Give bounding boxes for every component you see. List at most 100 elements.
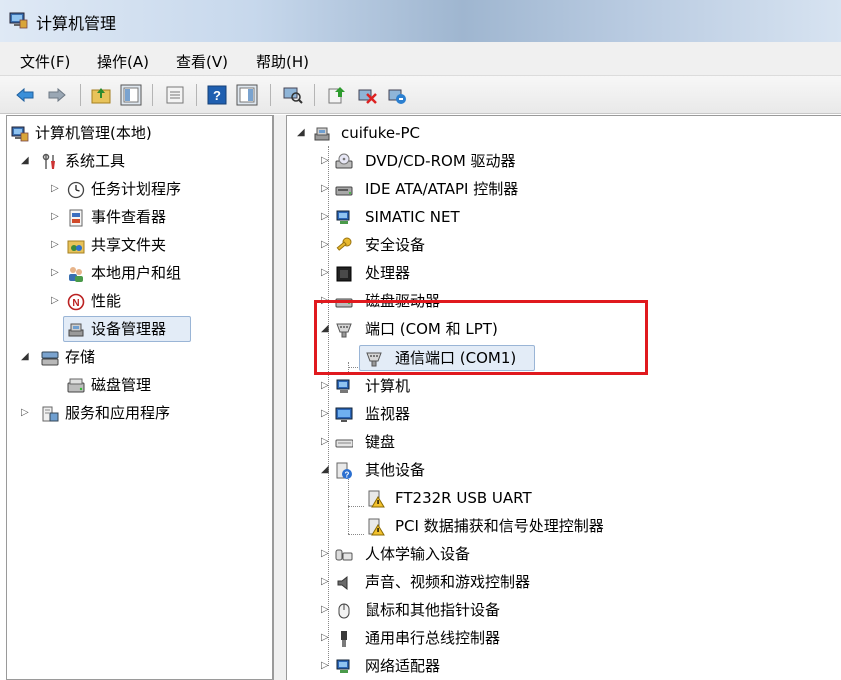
scan-hardware-icon[interactable] bbox=[282, 84, 304, 106]
users-icon bbox=[69, 267, 83, 282]
tree-item-local-users-groups[interactable]: ▷ 本地用户和组 bbox=[51, 261, 261, 285]
show-hide-action-icon[interactable] bbox=[236, 84, 258, 106]
tree-label: PCI 数据捕获和信号处理控制器 bbox=[395, 517, 604, 535]
tree-item-ide-ata[interactable]: ▷ IDE ATA/ATAPI 控制器 bbox=[321, 177, 821, 201]
usb-icon bbox=[341, 631, 347, 647]
tree-item-services-applications[interactable]: ▷ 服务和应用程序 bbox=[21, 401, 261, 425]
forward-arrow-icon[interactable] bbox=[46, 84, 68, 106]
shared-folder-icon bbox=[67, 240, 85, 254]
collapse-arrow-icon[interactable]: ◢ bbox=[321, 458, 329, 482]
navigation-tree-pane[interactable]: 计算机管理(本地) ◢ 系统工具 ▷ 任务计划程序 ▷ 事件查看器 ▷ 共享文件… bbox=[6, 115, 274, 680]
up-folder-icon[interactable] bbox=[90, 84, 112, 106]
tree-item-computer-management[interactable]: 计算机管理(本地) bbox=[11, 121, 261, 145]
expand-arrow-icon[interactable]: ▷ bbox=[321, 233, 329, 257]
tree-item-pci-controller[interactable]: PCI 数据捕获和信号处理控制器 bbox=[367, 514, 817, 538]
menu-view[interactable]: 查看(V) bbox=[176, 51, 228, 72]
expand-arrow-icon[interactable]: ▷ bbox=[321, 654, 329, 678]
expand-arrow-icon[interactable]: ▷ bbox=[321, 402, 329, 426]
back-arrow-icon[interactable] bbox=[14, 84, 36, 106]
tree-item-shared-folders[interactable]: ▷ 共享文件夹 bbox=[51, 233, 261, 257]
expand-arrow-icon[interactable]: ▷ bbox=[321, 205, 329, 229]
collapse-arrow-icon[interactable]: ◢ bbox=[21, 149, 29, 173]
expand-arrow-icon[interactable]: ▷ bbox=[321, 374, 329, 398]
disable-device-icon[interactable] bbox=[356, 84, 378, 106]
pane-splitter[interactable] bbox=[274, 115, 286, 680]
tree-item-computer[interactable]: ▷ 计算机 bbox=[321, 374, 821, 398]
tree-label: 监视器 bbox=[365, 405, 411, 423]
tree-item-other-devices[interactable]: ◢ ? 其他设备 bbox=[321, 458, 821, 482]
tree-label: 本地用户和组 bbox=[91, 264, 182, 282]
tree-item-device-manager[interactable]: 设备管理器 bbox=[67, 317, 257, 341]
properties-icon[interactable] bbox=[164, 84, 186, 106]
tree-item-monitors[interactable]: ▷ 监视器 bbox=[321, 402, 821, 426]
processor-icon bbox=[336, 266, 352, 282]
tree-item-mice[interactable]: ▷ 鼠标和其他指针设备 bbox=[321, 598, 821, 622]
expand-arrow-icon[interactable]: ▷ bbox=[51, 233, 59, 257]
tree-item-usb-controllers[interactable]: ▷ 通用串行总线控制器 bbox=[321, 626, 821, 650]
tree-item-ft232r[interactable]: FT232R USB UART bbox=[367, 486, 817, 510]
tree-item-performance[interactable]: ▷ N 性能 bbox=[51, 289, 261, 313]
annotation-highlight-box bbox=[314, 300, 648, 375]
tree-item-hid[interactable]: ▷ 人体学输入设备 bbox=[321, 542, 821, 566]
show-hide-tree-icon[interactable] bbox=[120, 84, 142, 106]
tree-item-keyboards[interactable]: ▷ 键盘 bbox=[321, 430, 821, 454]
network-computer-icon bbox=[336, 210, 350, 224]
tree-label: 任务计划程序 bbox=[91, 180, 182, 198]
help-icon[interactable]: ? bbox=[206, 84, 228, 106]
tree-item-network-adapters[interactable]: ▷ 网络适配器 bbox=[321, 654, 821, 678]
tree-item-computer-root[interactable]: ◢ cuifuke-PC bbox=[297, 121, 797, 145]
tree-item-storage[interactable]: ◢ 存储 bbox=[21, 345, 261, 369]
collapse-arrow-icon[interactable]: ◢ bbox=[297, 121, 305, 145]
tree-label: 共享文件夹 bbox=[91, 236, 167, 254]
tree-item-task-scheduler[interactable]: ▷ 任务计划程序 bbox=[51, 177, 261, 201]
unknown-device-icon: ? bbox=[336, 462, 352, 480]
computer-management-icon bbox=[11, 126, 29, 142]
expand-arrow-icon[interactable]: ▷ bbox=[51, 177, 59, 201]
device-manager-icon bbox=[68, 323, 84, 337]
update-driver-icon[interactable] bbox=[326, 84, 348, 106]
expand-arrow-icon[interactable]: ▷ bbox=[321, 598, 329, 622]
ide-controller-icon bbox=[335, 186, 353, 196]
device-tree-pane[interactable]: ◢ cuifuke-PC ▷ DVD/CD-ROM 驱动器 ▷ IDE ATA/… bbox=[286, 115, 841, 680]
storage-icon bbox=[41, 351, 59, 366]
expand-arrow-icon[interactable]: ▷ bbox=[51, 289, 59, 313]
tree-guide-line bbox=[348, 474, 349, 534]
expand-arrow-icon[interactable]: ▷ bbox=[321, 430, 329, 454]
tree-label: 安全设备 bbox=[365, 236, 426, 254]
tree-item-sound[interactable]: ▷ 声音、视频和游戏控制器 bbox=[321, 570, 821, 594]
tree-item-processors[interactable]: ▷ 处理器 bbox=[321, 261, 821, 285]
expand-arrow-icon[interactable]: ▷ bbox=[21, 401, 29, 425]
tree-item-event-viewer[interactable]: ▷ 事件查看器 bbox=[51, 205, 261, 229]
tree-guide-line bbox=[348, 534, 364, 535]
menu-help[interactable]: 帮助(H) bbox=[256, 51, 309, 72]
toolbar-separator bbox=[314, 84, 315, 106]
expand-arrow-icon[interactable]: ▷ bbox=[51, 261, 59, 285]
speaker-icon bbox=[337, 575, 348, 591]
keyboard-icon bbox=[335, 439, 353, 448]
tree-label: 处理器 bbox=[365, 264, 411, 282]
expand-arrow-icon[interactable]: ▷ bbox=[321, 542, 329, 566]
tools-icon bbox=[42, 153, 55, 169]
tree-label: cuifuke-PC bbox=[341, 124, 421, 142]
computer-icon bbox=[336, 379, 350, 393]
expand-arrow-icon[interactable]: ▷ bbox=[51, 205, 59, 229]
expand-arrow-icon[interactable]: ▷ bbox=[321, 149, 329, 173]
event-log-icon bbox=[69, 209, 83, 227]
tree-item-dvd-cdrom[interactable]: ▷ DVD/CD-ROM 驱动器 bbox=[321, 149, 821, 173]
expand-arrow-icon[interactable]: ▷ bbox=[321, 261, 329, 285]
collapse-arrow-icon[interactable]: ◢ bbox=[21, 345, 29, 369]
expand-arrow-icon[interactable]: ▷ bbox=[321, 626, 329, 650]
title-bar: 计算机管理 bbox=[0, 0, 841, 42]
uninstall-device-icon[interactable] bbox=[386, 84, 408, 106]
tree-item-simatic-net[interactable]: ▷ SIMATIC NET bbox=[321, 205, 821, 229]
clock-icon bbox=[67, 181, 85, 199]
tree-label: 事件查看器 bbox=[91, 208, 167, 226]
menu-action[interactable]: 操作(A) bbox=[97, 51, 149, 72]
tree-item-disk-management[interactable]: 磁盘管理 bbox=[67, 373, 257, 397]
expand-arrow-icon[interactable]: ▷ bbox=[321, 177, 329, 201]
tree-label: 计算机 bbox=[365, 377, 411, 395]
menu-file[interactable]: 文件(F) bbox=[20, 51, 70, 72]
tree-item-system-tools[interactable]: ◢ 系统工具 bbox=[21, 149, 261, 173]
expand-arrow-icon[interactable]: ▷ bbox=[321, 570, 329, 594]
tree-item-security-devices[interactable]: ▷ 安全设备 bbox=[321, 233, 821, 257]
